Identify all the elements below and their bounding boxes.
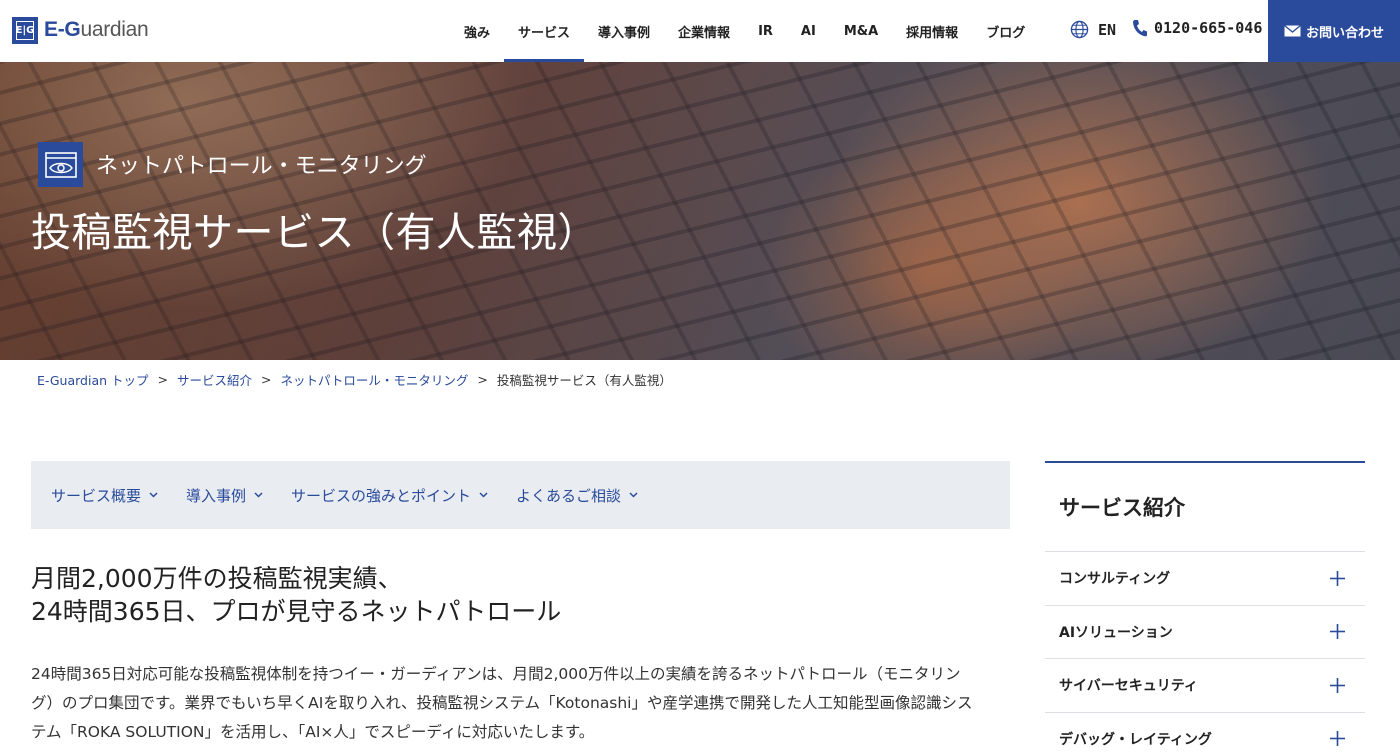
nav-item-case-studies[interactable]: 導入事例 — [584, 0, 664, 62]
mail-icon — [1284, 25, 1301, 37]
nav-item-recruit[interactable]: 採用情報 — [892, 0, 972, 62]
nav-item-company[interactable]: 企業情報 — [664, 0, 744, 62]
chevron-down-icon — [149, 492, 158, 498]
nav-item-ir[interactable]: IR — [744, 0, 787, 62]
page-anchor-tabs: サービス概要 導入事例 サービスの強みとポイント よくあるご相談 — [31, 461, 1010, 529]
phone-text: 0120-665-046 — [1154, 19, 1263, 37]
phone-number[interactable]: 0120-665-046 — [1132, 19, 1262, 37]
tab-service-overview[interactable]: サービス概要 — [51, 485, 158, 506]
tab-label: サービス概要 — [51, 486, 142, 505]
sidebar-item-label: デバッグ・レイティング — [1059, 731, 1212, 748]
monitoring-eye-icon — [38, 142, 83, 187]
sidebar-item-consulting[interactable]: コンサルティング — [1045, 551, 1365, 605]
breadcrumb-separator: > — [477, 372, 488, 387]
nav-item-blog[interactable]: ブログ — [972, 0, 1039, 62]
paragraph-line: グ）のプロ集団です。業界でもいち早くAIを取り入れ、投稿監視システム「Koton… — [31, 694, 973, 712]
sidebar-item-debug-rating[interactable]: デバッグ・レイティング — [1045, 711, 1365, 754]
plus-icon — [1330, 677, 1345, 693]
breadcrumb-link-services[interactable]: サービス紹介 — [177, 370, 252, 389]
main-nav: 強み サービス 導入事例 企業情報 IR AI M&A 採用情報 ブログ — [450, 0, 1039, 62]
hero-banner: ネットパトロール・モニタリング 投稿監視サービス（有人監視） — [0, 62, 1400, 360]
paragraph-line: 24時間365日対応可能な投稿監視体制を持つイー・ガーディアンは、月間2,000… — [31, 665, 961, 683]
site-header: E|G E-Guardian 強み サービス 導入事例 企業情報 IR AI M… — [0, 0, 1400, 62]
hero-category: ネットパトロール・モニタリング — [96, 154, 427, 179]
breadcrumb-current: 投稿監視サービス（有人監視） — [496, 373, 672, 388]
chevron-down-icon — [254, 492, 263, 498]
language-label: EN — [1098, 20, 1117, 39]
tab-case-studies[interactable]: 導入事例 — [186, 485, 263, 506]
logo-mark-icon: E|G — [12, 16, 38, 44]
tab-strengths[interactable]: サービスの強みとポイント — [291, 485, 488, 506]
nav-item-services[interactable]: サービス — [504, 0, 585, 62]
sidebar-title: サービス紹介 — [1059, 496, 1185, 520]
breadcrumb-separator: > — [157, 372, 169, 387]
breadcrumb-link-top[interactable]: E-Guardian トップ — [37, 370, 149, 389]
sidebar-item-label: コンサルティング — [1059, 571, 1171, 588]
sidebar-item-cyber-security[interactable]: サイバーセキュリティ — [1045, 658, 1365, 712]
paragraph-line: テム「ROKA SOLUTION」を活用し、「AI×人」でスピーディに対応いたし… — [31, 723, 595, 741]
site-logo[interactable]: E|G E-Guardian — [12, 15, 149, 45]
intro-paragraph: 24時間365日対応可能な投稿監視体制を持つイー・ガーディアンは、月間2,000… — [31, 660, 1011, 747]
contact-button[interactable]: お問い合わせ — [1268, 0, 1400, 62]
nav-item-strengths[interactable]: 強み — [450, 0, 504, 62]
plus-icon — [1330, 570, 1345, 586]
logo-text: E-Guardian — [44, 18, 149, 41]
sidebar-item-label: AIソリューション — [1059, 624, 1173, 641]
sidebar-item-label: サイバーセキュリティ — [1059, 678, 1198, 695]
chevron-down-icon — [629, 492, 638, 498]
sidebar-service-menu: サービス紹介 コンサルティング AIソリューション サイバーセキュリティ デバッ… — [1045, 461, 1365, 754]
plus-icon — [1330, 624, 1345, 640]
nav-item-ai[interactable]: AI — [787, 0, 830, 62]
page-title: 投稿監視サービス（有人監視） — [31, 210, 598, 256]
tab-faq[interactable]: よくあるご相談 — [516, 485, 638, 506]
phone-icon — [1133, 20, 1147, 37]
breadcrumb-link-category[interactable]: ネットパトロール・モニタリング — [281, 370, 469, 389]
tab-label: サービスの強みとポイント — [291, 486, 472, 505]
globe-icon — [1070, 20, 1089, 39]
breadcrumb: E-Guardian トップ > サービス紹介 > ネットパトロール・モニタリン… — [37, 370, 672, 389]
breadcrumb-separator: > — [261, 372, 272, 387]
plus-icon — [1330, 731, 1345, 747]
nav-item-ma[interactable]: M&A — [830, 0, 892, 62]
language-switch[interactable]: EN — [1070, 20, 1116, 39]
chevron-down-icon — [479, 492, 488, 498]
tab-label: よくあるご相談 — [516, 486, 622, 505]
headline-line: 24時間365日、プロが見守るネットパトロール — [31, 597, 562, 626]
contact-label: お問い合わせ — [1305, 25, 1384, 41]
tab-label: 導入事例 — [186, 486, 247, 505]
headline-line: 月間2,000万件の投稿監視実績、 — [31, 564, 403, 593]
sidebar-item-ai-solution[interactable]: AIソリューション — [1045, 604, 1365, 659]
section-headline: 月間2,000万件の投稿監視実績、 24時間365日、プロが見守るネットパトロー… — [31, 562, 561, 628]
